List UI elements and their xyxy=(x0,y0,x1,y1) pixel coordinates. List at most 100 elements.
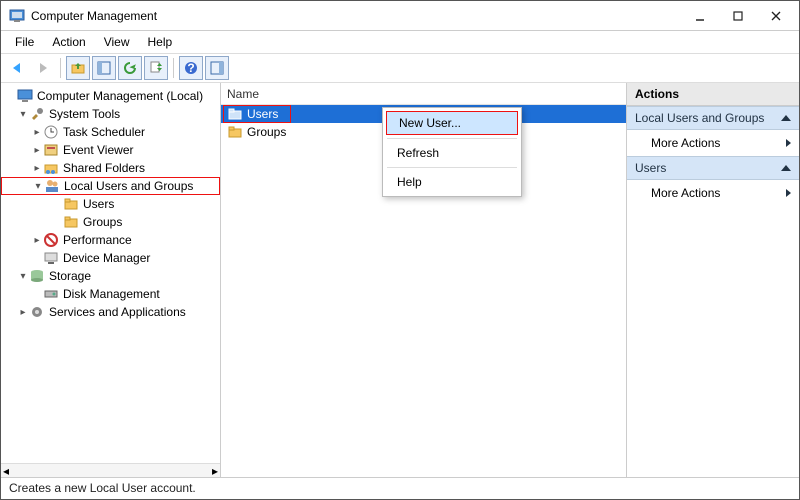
toolbar-separator xyxy=(60,58,61,78)
context-help[interactable]: Help xyxy=(385,171,519,193)
actions-pane: Actions Local Users and Groups More Acti… xyxy=(627,83,799,477)
tree-label: Users xyxy=(83,197,114,211)
actions-group-local-users[interactable]: Local Users and Groups xyxy=(627,106,799,130)
list-item-label: Groups xyxy=(247,125,286,139)
folder-icon xyxy=(63,214,79,230)
tree-system-tools[interactable]: ▾ System Tools xyxy=(1,105,220,123)
actions-more-2[interactable]: More Actions xyxy=(627,180,799,206)
tree-performance[interactable]: ▸ Performance xyxy=(1,231,220,249)
device-icon xyxy=(43,250,59,266)
menu-file[interactable]: File xyxy=(7,33,42,51)
window-title: Computer Management xyxy=(31,9,681,23)
tree-label: Performance xyxy=(63,233,132,247)
tree-label: Local Users and Groups xyxy=(64,179,193,193)
folder-icon xyxy=(227,124,243,140)
window-buttons xyxy=(681,2,795,30)
scroll-right-icon[interactable]: ▸ xyxy=(212,464,218,478)
chevron-down-icon[interactable]: ▾ xyxy=(17,271,29,282)
tree-users[interactable]: Users xyxy=(1,195,220,213)
tree-label: Disk Management xyxy=(63,287,160,301)
svg-text:?: ? xyxy=(187,61,194,75)
chevron-down-icon[interactable]: ▾ xyxy=(17,109,29,120)
tree-label: Storage xyxy=(49,269,91,283)
tree-task-scheduler[interactable]: ▸ Task Scheduler xyxy=(1,123,220,141)
forward-button[interactable] xyxy=(31,56,55,80)
help-button[interactable]: ? xyxy=(179,56,203,80)
tree-label: Services and Applications xyxy=(49,305,186,319)
chevron-right-icon xyxy=(786,139,791,147)
minimize-button[interactable] xyxy=(681,2,719,30)
context-separator xyxy=(387,167,517,168)
export-list-button[interactable] xyxy=(144,56,168,80)
tree-device-manager[interactable]: Device Manager xyxy=(1,249,220,267)
scroll-left-icon[interactable]: ◂ xyxy=(3,464,9,478)
tree-storage[interactable]: ▾ Storage xyxy=(1,267,220,285)
tree-label: System Tools xyxy=(49,107,120,121)
chevron-right-icon[interactable]: ▸ xyxy=(31,145,43,156)
shared-folder-icon xyxy=(43,160,59,176)
maximize-button[interactable] xyxy=(719,2,757,30)
tree-event-viewer[interactable]: ▸ Event Viewer xyxy=(1,141,220,159)
computer-management-window: Computer Management File Action View Hel… xyxy=(0,0,800,500)
close-button[interactable] xyxy=(757,2,795,30)
collapse-icon xyxy=(781,165,791,171)
chevron-down-icon[interactable]: ▾ xyxy=(32,181,44,192)
tree-shared-folders[interactable]: ▸ Shared Folders xyxy=(1,159,220,177)
menu-view[interactable]: View xyxy=(96,33,138,51)
menu-action[interactable]: Action xyxy=(44,33,93,51)
context-separator xyxy=(387,138,517,139)
tree-local-users-groups[interactable]: ▾ Local Users and Groups xyxy=(1,177,220,195)
actions-group-users[interactable]: Users xyxy=(627,156,799,180)
titlebar: Computer Management xyxy=(1,1,799,31)
status-bar: Creates a new Local User account. xyxy=(1,477,799,499)
context-menu: New User... Refresh Help xyxy=(382,107,522,197)
tree-label: Device Manager xyxy=(63,251,150,265)
folder-icon xyxy=(63,196,79,212)
column-header-name[interactable]: Name xyxy=(221,83,626,105)
tree-label: Computer Management (Local) xyxy=(37,89,203,103)
collapse-icon xyxy=(781,115,791,121)
clock-icon xyxy=(43,124,59,140)
services-icon xyxy=(29,304,45,320)
tree-label: Event Viewer xyxy=(63,143,133,157)
chevron-right-icon xyxy=(786,189,791,197)
toolbar: ? xyxy=(1,53,799,83)
event-icon xyxy=(43,142,59,158)
chevron-right-icon[interactable]: ▸ xyxy=(17,307,29,318)
tree-label: Groups xyxy=(83,215,122,229)
tree-label: Shared Folders xyxy=(63,161,145,175)
actions-more-1[interactable]: More Actions xyxy=(627,130,799,156)
tree-groups[interactable]: Groups xyxy=(1,213,220,231)
chevron-right-icon[interactable]: ▸ xyxy=(31,235,43,246)
tools-icon xyxy=(29,106,45,122)
tree-disk-management[interactable]: Disk Management xyxy=(1,285,220,303)
show-hide-tree-button[interactable] xyxy=(92,56,116,80)
actions-title: Actions xyxy=(627,83,799,106)
disk-icon xyxy=(43,286,59,302)
tree-label: Task Scheduler xyxy=(63,125,145,139)
context-new-user[interactable]: New User... xyxy=(386,111,518,135)
toolbar-separator xyxy=(173,58,174,78)
tree-root[interactable]: Computer Management (Local) xyxy=(1,87,220,105)
chevron-right-icon[interactable]: ▸ xyxy=(31,127,43,138)
context-refresh[interactable]: Refresh xyxy=(385,142,519,164)
tree-services-apps[interactable]: ▸ Services and Applications xyxy=(1,303,220,321)
actions-more-label: More Actions xyxy=(651,136,720,150)
app-icon xyxy=(9,8,25,24)
up-button[interactable] xyxy=(66,56,90,80)
actions-more-label: More Actions xyxy=(651,186,720,200)
computer-icon xyxy=(17,88,33,104)
tree-hscrollbar[interactable]: ◂▸ xyxy=(1,463,220,477)
actions-group-label: Users xyxy=(635,161,666,175)
back-button[interactable] xyxy=(5,56,29,80)
menu-help[interactable]: Help xyxy=(140,33,181,51)
performance-icon xyxy=(43,232,59,248)
refresh-button[interactable] xyxy=(118,56,142,80)
actions-group-label: Local Users and Groups xyxy=(635,111,764,125)
chevron-right-icon[interactable]: ▸ xyxy=(31,163,43,174)
users-icon xyxy=(44,178,60,194)
storage-icon xyxy=(29,268,45,284)
highlight-box xyxy=(223,105,291,123)
console-tree[interactable]: Computer Management (Local) ▾ System Tool… xyxy=(1,83,221,477)
action-pane-button[interactable] xyxy=(205,56,229,80)
